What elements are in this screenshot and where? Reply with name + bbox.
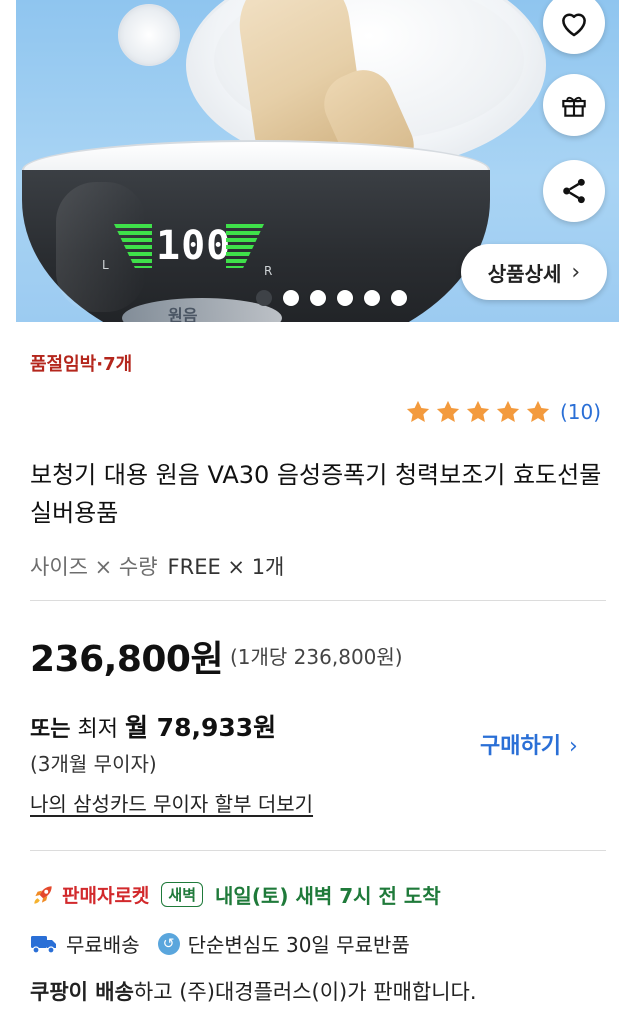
- dawn-delivery-badge: 새벽: [161, 882, 204, 907]
- rating-stars: [404, 398, 552, 426]
- monthly-amount: 월 78,933원: [124, 713, 277, 742]
- option-summary: 사이즈 × 수량 FREE × 1개: [30, 551, 284, 581]
- stock-notice: 품절임박·7개: [30, 354, 133, 375]
- carousel-dot[interactable]: [256, 290, 272, 306]
- truck-icon: [31, 935, 56, 954]
- carousel-dot[interactable]: [310, 290, 326, 306]
- chevron-right-icon: ›: [568, 734, 578, 759]
- display-left-label: L: [102, 258, 109, 272]
- star-icon: [466, 400, 490, 423]
- divider: [30, 600, 606, 601]
- display-right-label: R: [264, 264, 273, 278]
- interest-free-note: (3개월 무이자): [30, 752, 157, 776]
- share-button[interactable]: [543, 160, 605, 222]
- review-count[interactable]: (10): [560, 400, 601, 424]
- carousel-indicator: [256, 290, 407, 306]
- free-shipping-label: 무료배송: [66, 933, 140, 957]
- carousel-dot[interactable]: [391, 290, 407, 306]
- unit-price: (1개당 236,800원): [230, 645, 403, 669]
- divider: [30, 850, 606, 851]
- seller-info: 쿠팡이 배송하고 (주)대경플러스(이)가 판매합니다.: [30, 976, 477, 1006]
- star-icon: [526, 400, 550, 423]
- delivery-eta-row: 판매자로켓 새벽 내일(토) 새벽 7시 전 도착: [30, 880, 441, 909]
- monthly-installment: 또는 최저 월 78,933원: [30, 708, 276, 744]
- total-price: 236,800원: [30, 639, 224, 680]
- battery-bars-right: [226, 224, 264, 268]
- buy-label: 구매하기: [480, 734, 561, 759]
- buy-button[interactable]: 구매하기 ›: [480, 728, 578, 760]
- arrival-time: 내일(토) 새벽 7시 전 도착: [215, 884, 441, 908]
- rocket-icon: [34, 885, 52, 904]
- share-icon: [563, 178, 585, 204]
- gift-icon: [562, 96, 586, 117]
- seller-rest: 하고 (주)대경플러스(이)가 판매합니다.: [133, 980, 477, 1004]
- monthly-prefix: 또는: [30, 717, 71, 742]
- card-installment-link[interactable]: 나의 삼성카드 무이자 할부 더보기: [30, 788, 313, 817]
- seller-rocket-label: 판매자로켓: [62, 885, 150, 907]
- product-detail-label: 상품상세: [487, 261, 562, 286]
- battery-digits: 100: [156, 223, 232, 269]
- heart-icon: [562, 13, 586, 37]
- product-detail-button[interactable]: 상품상세 ›: [461, 244, 607, 300]
- free-return-label: 단순변심도 30일 무료반품: [187, 933, 410, 957]
- shipping-benefits-row: 무료배송 ↺ 단순변심도 30일 무료반품: [30, 929, 410, 958]
- brand-logo-text: 원음: [168, 306, 198, 322]
- seller-bold: 쿠팡이 배송: [30, 980, 134, 1004]
- chevron-right-icon: ›: [571, 259, 581, 285]
- option-label: 사이즈 × 수량: [30, 555, 158, 579]
- carousel-dot[interactable]: [283, 290, 299, 306]
- monthly-mid: 최저: [77, 717, 118, 742]
- battery-display: 100 L R: [102, 220, 272, 278]
- star-icon: [436, 400, 460, 423]
- star-icon: [406, 400, 430, 423]
- star-icon: [496, 400, 520, 423]
- product-title: 보청기 대용 원음 VA30 음성증폭기 청력보조기 효도선물 실버용품: [30, 461, 602, 527]
- battery-bars-left: [114, 224, 152, 268]
- return-icon: ↺: [157, 932, 180, 955]
- option-value: FREE × 1개: [167, 555, 285, 579]
- case-fan: [118, 4, 180, 66]
- carousel-dot[interactable]: [364, 290, 380, 306]
- carousel-dot[interactable]: [337, 290, 353, 306]
- gift-button[interactable]: [543, 74, 605, 136]
- rating-summary[interactable]: (10): [404, 398, 601, 426]
